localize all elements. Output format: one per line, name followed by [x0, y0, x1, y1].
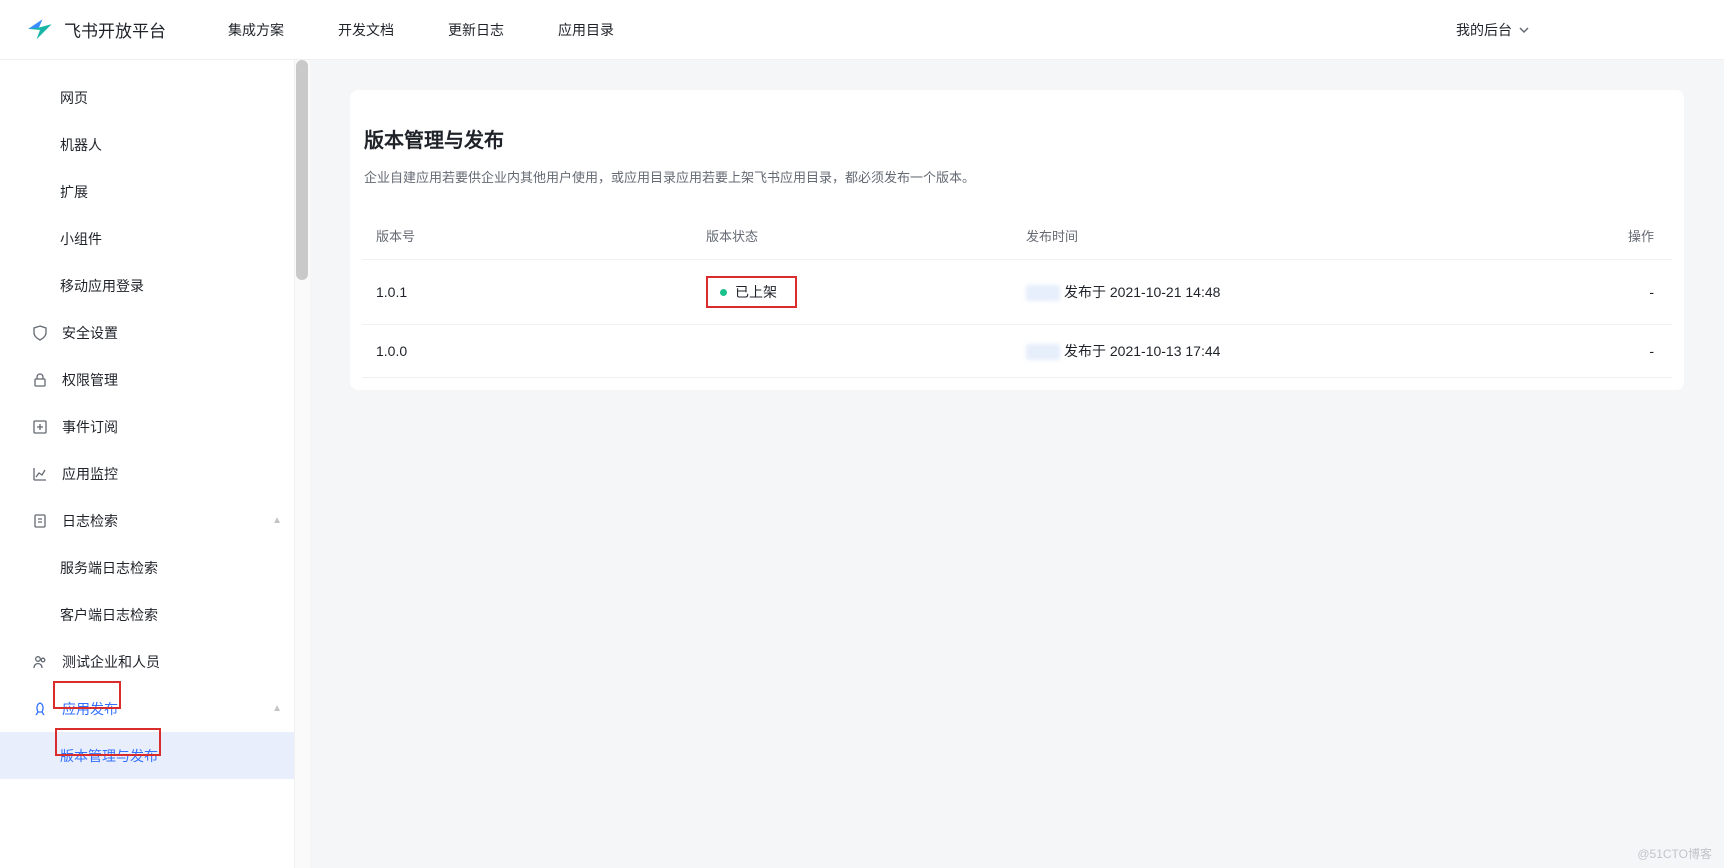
header-left: 飞书开放平台 集成方案 开发文档 更新日志 应用目录: [26, 16, 636, 44]
feishu-logo-icon: [26, 16, 54, 44]
sidebar-item-label: 机器人: [60, 135, 102, 155]
scrollbar-thumb[interactable]: [296, 60, 308, 280]
version-table: 版本号版本状态发布时间操作 1.0.1 已上架 发布于 2021-10-21 14:…: [362, 212, 1672, 378]
chevron-up-icon: ▲: [272, 703, 282, 714]
sidebar-item-7[interactable]: 事件订阅: [0, 403, 310, 450]
cell-time: 发布于 2021-10-13 17:44: [1012, 325, 1535, 378]
cell-op: -: [1535, 325, 1672, 378]
cell-status: 已上架: [692, 260, 1012, 325]
sidebar-item-label: 移动应用登录: [60, 276, 144, 296]
cell-version: 1.0.0: [362, 325, 692, 378]
sidebar-item-2[interactable]: 扩展: [0, 168, 310, 215]
sidebar-item-4[interactable]: 移动应用登录: [0, 262, 310, 309]
version-panel: 版本管理与发布 企业自建应用若要供企业内其他用户使用，或应用目录应用若要上架飞书…: [350, 90, 1684, 390]
sidebar-item-5[interactable]: 安全设置: [0, 309, 310, 356]
status-text: 已上架: [735, 282, 777, 302]
sidebar-item-8[interactable]: 应用监控: [0, 450, 310, 497]
sidebar-item-11[interactable]: 客户端日志检索: [0, 591, 310, 638]
col-header-3: 操作: [1535, 212, 1672, 260]
sidebar-item-14[interactable]: 版本管理与发布: [0, 732, 310, 779]
sidebar-item-label: 服务端日志检索: [60, 558, 158, 578]
sidebar-item-6[interactable]: 权限管理: [0, 356, 310, 403]
redacted-name: [1026, 344, 1060, 360]
cell-status: [692, 325, 1012, 378]
panel-desc: 企业自建应用若要供企业内其他用户使用，或应用目录应用若要上架飞书应用目录，都必须…: [362, 167, 1672, 186]
doc-icon: [32, 513, 48, 529]
sidebar-item-label: 小组件: [60, 229, 102, 249]
status-dot-icon: [720, 289, 727, 296]
brand[interactable]: 飞书开放平台: [26, 16, 166, 44]
top-header: 飞书开放平台 集成方案 开发文档 更新日志 应用目录 我的后台: [0, 0, 1724, 60]
sidebar: 网页机器人扩展小组件移动应用登录安全设置权限管理事件订阅应用监控日志检索 ▲ 服务端…: [0, 60, 310, 868]
nav-integration[interactable]: 集成方案: [228, 20, 284, 40]
sidebar-item-label: 客户端日志检索: [60, 605, 158, 625]
chevron-up-icon: ▲: [272, 515, 282, 526]
sidebar-item-9[interactable]: 日志检索 ▲: [0, 497, 310, 544]
sidebar-item-13[interactable]: 应用发布 ▲: [0, 685, 310, 732]
cell-time: 发布于 2021-10-21 14:48: [1012, 260, 1535, 325]
shield-icon: [32, 325, 48, 341]
sidebar-item-10[interactable]: 服务端日志检索: [0, 544, 310, 591]
sidebar-item-1[interactable]: 机器人: [0, 121, 310, 168]
people-icon: [32, 654, 48, 670]
nav-app-dir[interactable]: 应用目录: [558, 20, 614, 40]
sidebar-item-label: 测试企业和人员: [62, 652, 160, 672]
my-console-label: 我的后台: [1456, 20, 1512, 40]
col-header-1: 版本状态: [692, 212, 1012, 260]
table-row: 1.0.1 已上架 发布于 2021-10-21 14:48 -: [362, 260, 1672, 325]
sidebar-item-0[interactable]: 网页: [0, 74, 310, 121]
plus-square-icon: [32, 419, 48, 435]
publish-time: 发布于 2021-10-21 14:48: [1064, 284, 1220, 300]
table-row: 1.0.0 发布于 2021-10-13 17:44 -: [362, 325, 1672, 378]
status-highlight: 已上架: [706, 276, 797, 308]
panel-title: 版本管理与发布: [362, 124, 1672, 153]
chevron-down-icon: [1518, 24, 1530, 36]
cell-op: -: [1535, 260, 1672, 325]
brand-title: 飞书开放平台: [64, 17, 166, 42]
sidebar-item-label: 版本管理与发布: [60, 746, 158, 766]
chart-icon: [32, 466, 48, 482]
sidebar-item-label: 事件订阅: [62, 417, 118, 437]
sidebar-item-label: 应用发布: [62, 699, 118, 719]
redacted-name: [1026, 285, 1060, 301]
col-header-2: 发布时间: [1012, 212, 1535, 260]
nav-changelog[interactable]: 更新日志: [448, 20, 504, 40]
sidebar-item-3[interactable]: 小组件: [0, 215, 310, 262]
sidebar-item-label: 应用监控: [62, 464, 118, 484]
sidebar-item-label: 权限管理: [62, 370, 118, 390]
rocket-icon: [32, 701, 48, 717]
sidebar-scrollbar[interactable]: [294, 60, 310, 868]
nav-docs[interactable]: 开发文档: [338, 20, 394, 40]
sidebar-item-label: 日志检索: [62, 511, 118, 531]
col-header-0: 版本号: [362, 212, 692, 260]
sidebar-item-12[interactable]: 测试企业和人员: [0, 638, 310, 685]
my-console-link[interactable]: 我的后台: [1456, 20, 1700, 40]
lock-icon: [32, 372, 48, 388]
publish-time: 发布于 2021-10-13 17:44: [1064, 343, 1220, 359]
cell-version: 1.0.1: [362, 260, 692, 325]
watermark-text: @51CTO博客: [1637, 845, 1712, 862]
sidebar-item-label: 安全设置: [62, 323, 118, 343]
sidebar-item-label: 网页: [60, 88, 88, 108]
main-area: 版本管理与发布 企业自建应用若要供企业内其他用户使用，或应用目录应用若要上架飞书…: [310, 60, 1724, 868]
sidebar-item-label: 扩展: [60, 182, 88, 202]
